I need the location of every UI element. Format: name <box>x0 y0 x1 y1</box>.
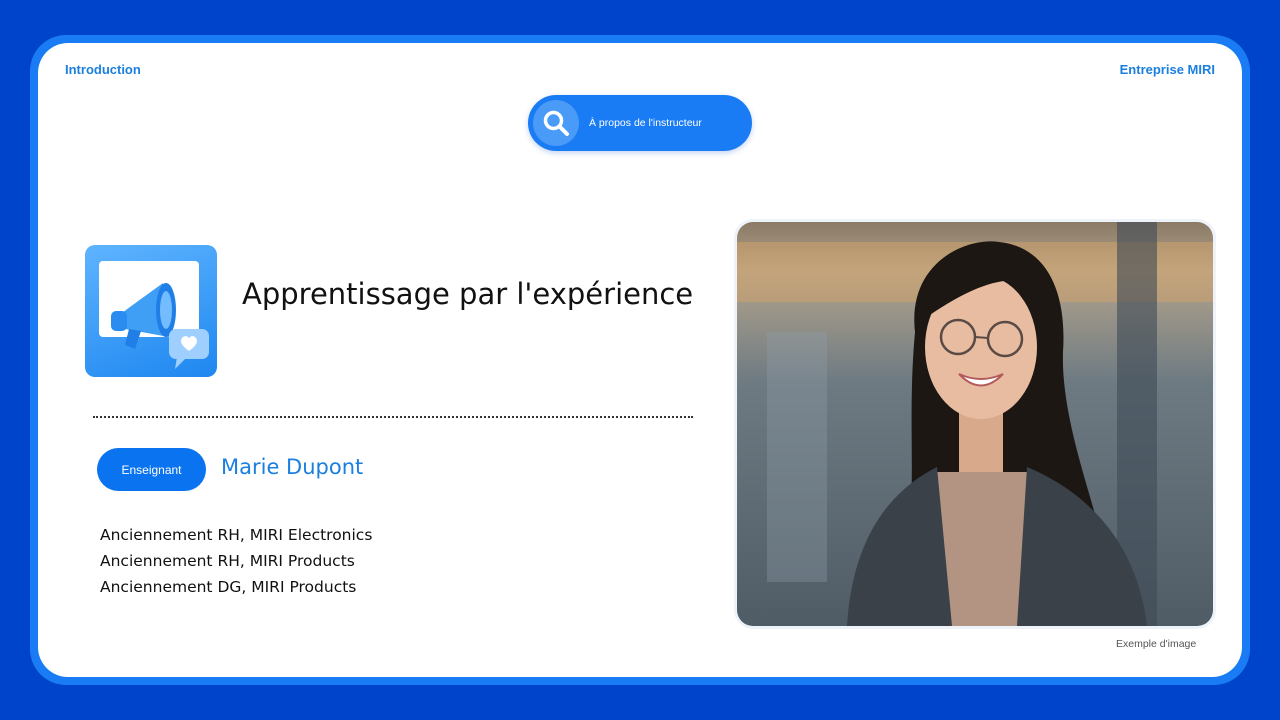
role-item: Anciennement RH, MIRI Products <box>100 552 355 570</box>
about-instructor-label: À propos de l'instructeur <box>589 117 702 129</box>
header-left-label: Introduction <box>65 62 141 77</box>
divider <box>93 416 693 418</box>
photo-caption: Exemple d'image <box>1116 638 1197 650</box>
slide-card: Introduction Entreprise MIRI À propos de… <box>38 43 1242 677</box>
about-instructor-button[interactable]: À propos de l'instructeur <box>528 95 752 151</box>
instructor-photo <box>737 222 1213 626</box>
search-icon <box>533 100 579 146</box>
instructor-name: Marie Dupont <box>221 455 364 479</box>
role-item: Anciennement RH, MIRI Electronics <box>100 526 373 544</box>
teacher-badge: Enseignant <box>97 448 206 491</box>
role-item: Anciennement DG, MIRI Products <box>100 578 357 596</box>
page-title: Apprentissage par l'expérience <box>242 277 694 311</box>
header-right-label: Entreprise MIRI <box>1119 62 1215 77</box>
instructor-roles: Anciennement RH, MIRI Electronics Ancien… <box>100 522 372 600</box>
megaphone-icon <box>85 245 217 377</box>
